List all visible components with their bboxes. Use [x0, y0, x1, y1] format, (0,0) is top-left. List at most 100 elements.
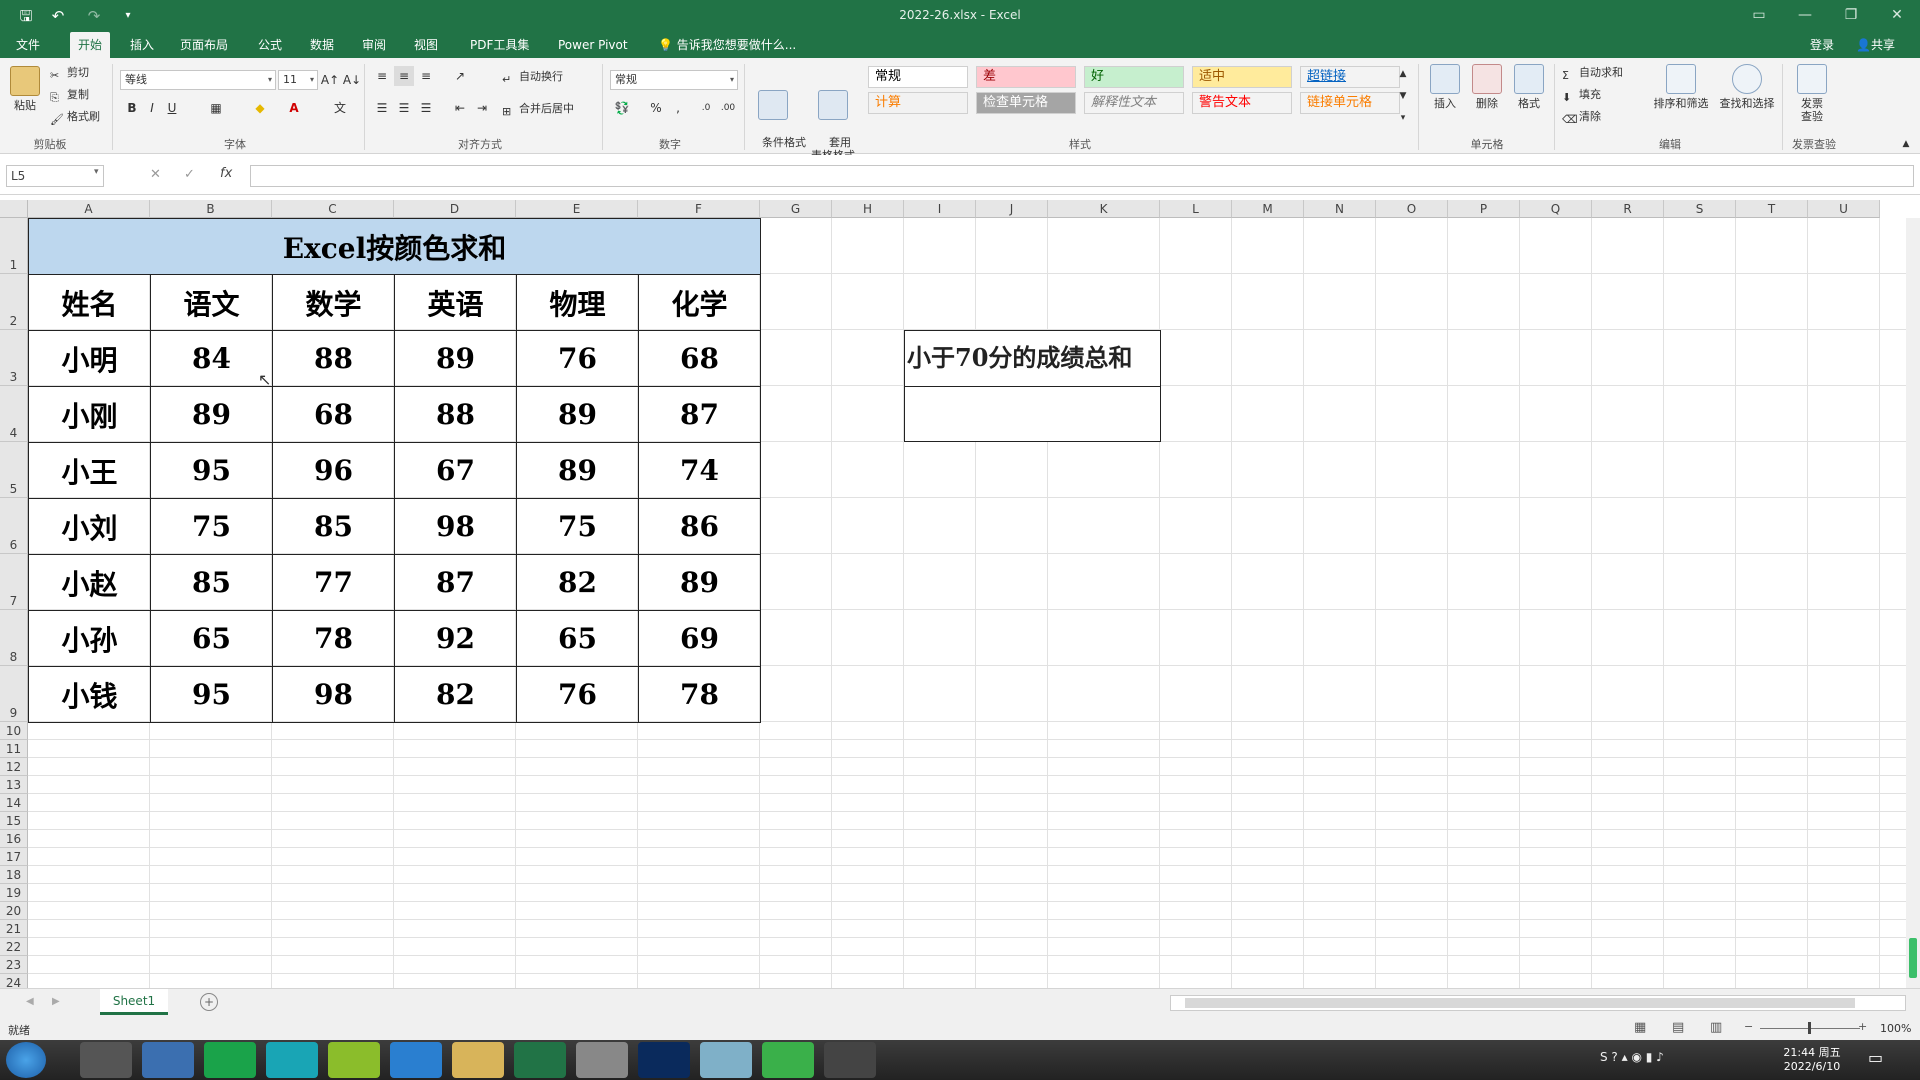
cell-style-option[interactable]: 好	[1084, 66, 1184, 88]
start-button[interactable]	[6, 1042, 46, 1078]
score-cell[interactable]: 85	[272, 498, 395, 555]
column-header[interactable]: B	[150, 200, 272, 218]
score-cell[interactable]: 68	[638, 330, 761, 387]
column-header[interactable]: S	[1664, 200, 1736, 218]
underline-icon[interactable]: U	[162, 98, 182, 118]
student-name-cell[interactable]: 小赵	[28, 554, 151, 611]
sign-in-link[interactable]: 登录	[1802, 32, 1842, 58]
score-cell[interactable]: 87	[638, 386, 761, 443]
notification-icon[interactable]: ▭	[1868, 1048, 1883, 1067]
score-cell[interactable]: 89	[638, 554, 761, 611]
cell-style-option[interactable]: 超链接	[1300, 66, 1400, 88]
score-cell[interactable]: 92	[394, 610, 517, 667]
format-painter-button[interactable]: 🖌 格式刷	[50, 110, 100, 127]
add-sheet-icon[interactable]: +	[200, 993, 218, 1011]
border-icon[interactable]: ▦	[206, 98, 226, 118]
gallery-down-icon[interactable]: ▼	[1396, 86, 1410, 106]
score-cell[interactable]: 89	[516, 386, 639, 443]
column-header[interactable]: H	[832, 200, 904, 218]
score-cell[interactable]: 86	[638, 498, 761, 555]
format-cells-button[interactable]: 格式	[1508, 64, 1550, 110]
cell-style-option[interactable]: 计算	[868, 92, 968, 114]
row-header[interactable]: 19	[0, 884, 28, 902]
score-cell[interactable]: 78	[272, 610, 395, 667]
comma-icon[interactable]: ,	[668, 98, 688, 118]
shrink-font-icon[interactable]: A↓	[342, 70, 362, 90]
score-cell[interactable]: 88	[272, 330, 395, 387]
score-cell[interactable]: 89	[150, 386, 273, 443]
app-icon-3[interactable]	[204, 1042, 256, 1078]
restore-icon[interactable]: ❐	[1828, 0, 1874, 32]
tab-pdf[interactable]: PDF工具集	[462, 32, 537, 58]
row-header[interactable]: 21	[0, 920, 28, 938]
tab-formulas[interactable]: 公式	[250, 32, 290, 58]
score-cell[interactable]: 82	[516, 554, 639, 611]
score-cell[interactable]: 84	[150, 330, 273, 387]
increase-decimal-icon[interactable]: .0	[696, 98, 716, 118]
bold-icon[interactable]: B	[122, 98, 142, 118]
student-name-cell[interactable]: 小明	[28, 330, 151, 387]
student-name-cell[interactable]: 小钱	[28, 666, 151, 723]
column-header[interactable]: A	[28, 200, 150, 218]
excel-icon[interactable]	[514, 1042, 566, 1078]
accounting-icon[interactable]: 💱	[612, 98, 632, 118]
score-cell[interactable]: 76	[516, 330, 639, 387]
share-button[interactable]: 👤共享	[1848, 32, 1903, 58]
column-header[interactable]: P	[1448, 200, 1520, 218]
row-header[interactable]: 5	[0, 442, 28, 498]
player-icon[interactable]	[328, 1042, 380, 1078]
score-cell[interactable]: 74	[638, 442, 761, 499]
page-break-view-icon[interactable]: ▥	[1710, 1020, 1722, 1035]
photoshop-icon[interactable]	[638, 1042, 690, 1078]
row-header[interactable]: 10	[0, 722, 28, 740]
decrease-indent-icon[interactable]: ⇤	[450, 98, 470, 118]
score-cell[interactable]: 88	[394, 386, 517, 443]
italic-icon[interactable]: I	[142, 98, 162, 118]
column-header[interactable]: M	[1232, 200, 1304, 218]
zoom-in-icon[interactable]: +	[1858, 1020, 1867, 1033]
ribbon-display-icon[interactable]: ▭	[1736, 0, 1782, 32]
column-header[interactable]: G	[760, 200, 832, 218]
tray-icons[interactable]: S ? ▴ ◉ ▮ ♪	[1600, 1050, 1664, 1064]
gallery-up-icon[interactable]: ▲	[1396, 64, 1410, 84]
normal-view-icon[interactable]: ▦	[1634, 1020, 1646, 1035]
clear-button[interactable]: ⌫清除	[1562, 110, 1601, 127]
score-cell[interactable]: 95	[150, 666, 273, 723]
app-icon-5[interactable]	[576, 1042, 628, 1078]
column-header[interactable]: L	[1160, 200, 1232, 218]
collapse-ribbon-icon[interactable]: ▲	[1896, 134, 1916, 154]
column-header[interactable]: F	[638, 200, 760, 218]
row-header[interactable]: 9	[0, 666, 28, 722]
row-header[interactable]: 12	[0, 758, 28, 776]
tab-home[interactable]: 开始	[70, 32, 111, 58]
row-header[interactable]: 7	[0, 554, 28, 610]
paste-button[interactable]: 粘贴	[6, 66, 44, 112]
minimize-icon[interactable]: —	[1782, 0, 1828, 32]
percent-icon[interactable]: %	[646, 98, 666, 118]
enter-icon[interactable]: ✓	[184, 167, 195, 182]
grow-font-icon[interactable]: A↑	[320, 70, 340, 90]
zoom-thumb[interactable]	[1808, 1022, 1811, 1034]
conditional-format-button[interactable]: 条件格式	[748, 64, 806, 162]
align-middle-icon[interactable]: ≡	[394, 66, 414, 86]
column-header[interactable]: U	[1808, 200, 1880, 218]
score-cell[interactable]: 77	[272, 554, 395, 611]
score-cell[interactable]: 96	[272, 442, 395, 499]
column-header[interactable]: I	[904, 200, 976, 218]
folder-icon[interactable]	[452, 1042, 504, 1078]
column-header[interactable]: K	[1048, 200, 1160, 218]
score-cell[interactable]: 75	[516, 498, 639, 555]
cell-style-option[interactable]: 检查单元格	[976, 92, 1076, 114]
tab-review[interactable]: 审阅	[354, 32, 394, 58]
header-cell[interactable]: 物理	[516, 274, 639, 331]
page-layout-view-icon[interactable]: ▤	[1672, 1020, 1684, 1035]
close-icon[interactable]: ✕	[1874, 0, 1920, 32]
cell-style-option[interactable]: 差	[976, 66, 1076, 88]
cut-button[interactable]: ✂ 剪切	[50, 66, 89, 83]
cell-style-option[interactable]: 链接单元格	[1300, 92, 1400, 114]
row-header[interactable]: 22	[0, 938, 28, 956]
copy-button[interactable]: ⎘ 复制	[50, 88, 89, 105]
formula-input[interactable]	[250, 165, 1914, 187]
score-cell[interactable]: 85	[150, 554, 273, 611]
phonetic-icon[interactable]: 文	[330, 98, 350, 118]
